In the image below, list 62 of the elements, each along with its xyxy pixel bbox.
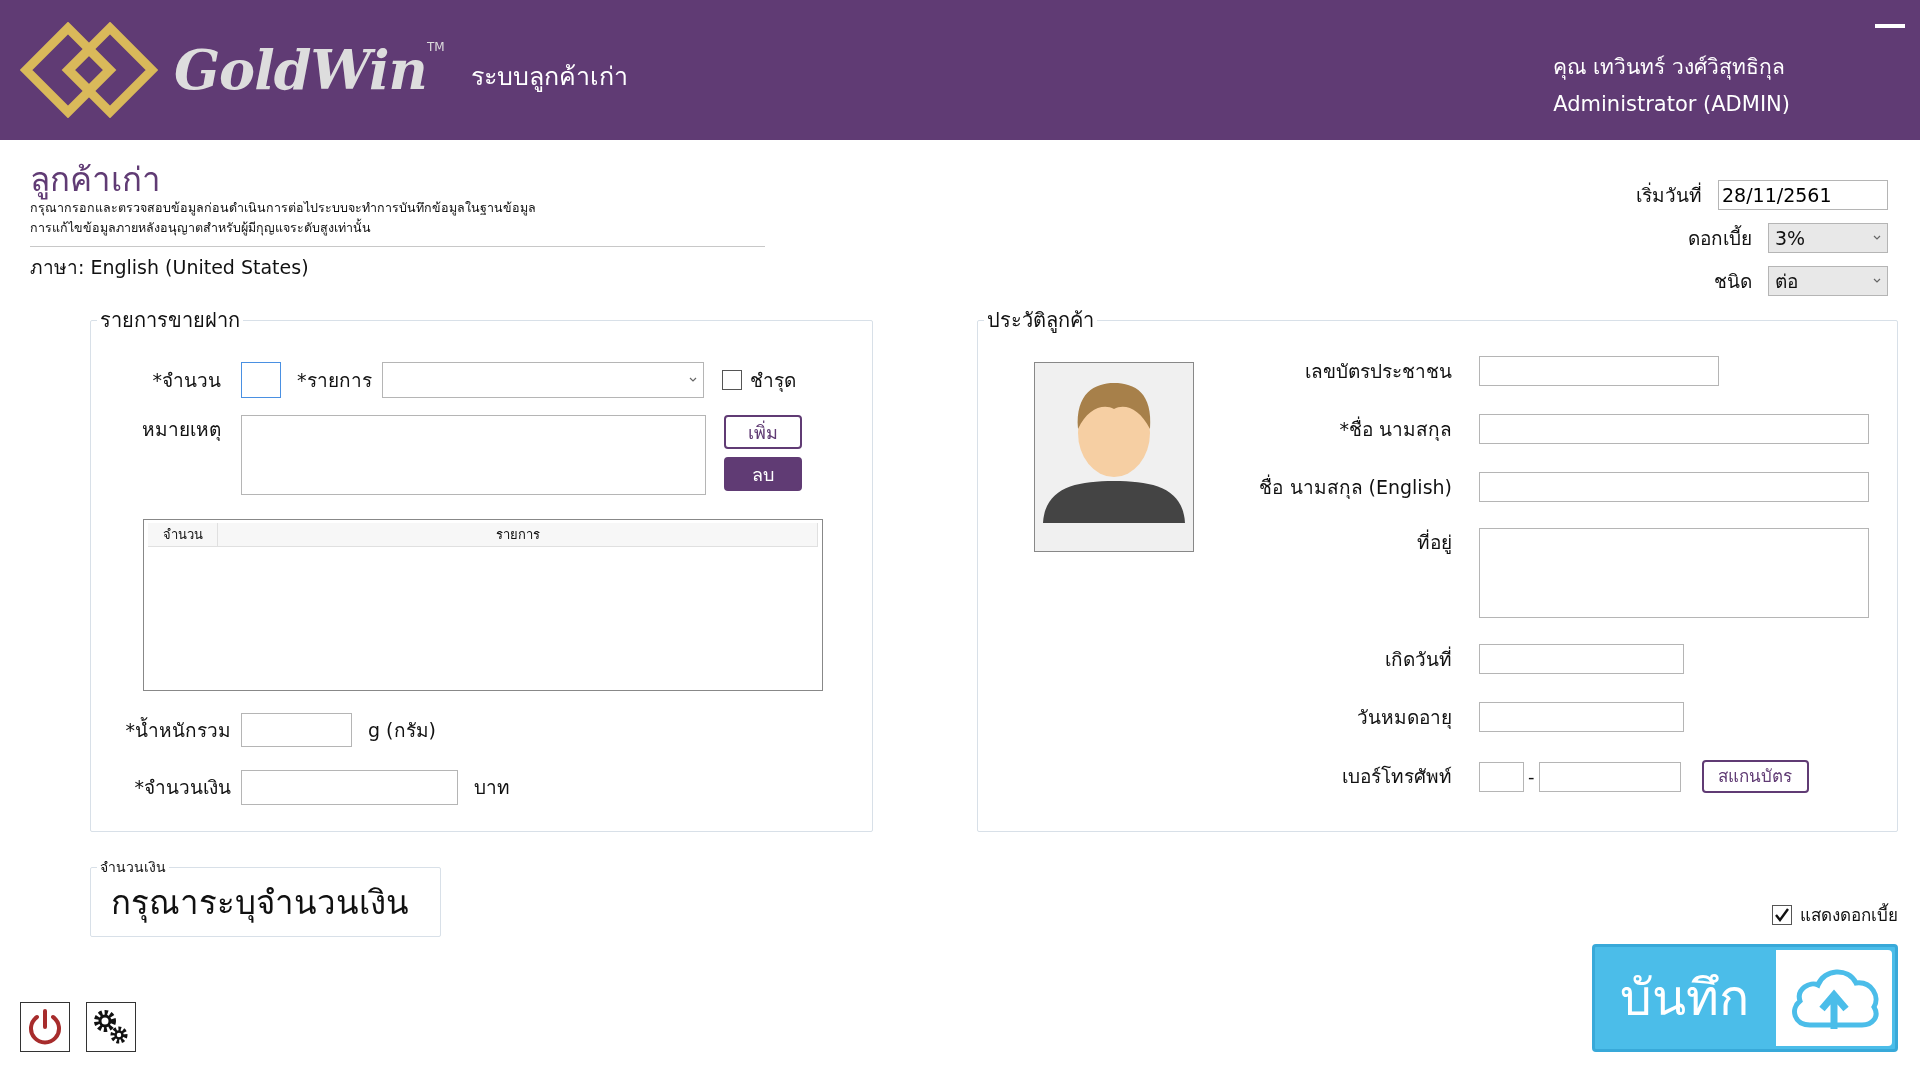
checkbox-label: ชำรุด [749, 367, 796, 394]
text-field[interactable] [1479, 644, 1684, 674]
caret-icon [1873, 235, 1881, 241]
checkbox[interactable] [721, 370, 742, 390]
field-label: เริ่มวันที่ [1636, 181, 1702, 208]
column-header[interactable]: จำนวน [148, 523, 218, 547]
user-role: Administrator (ADMIN) [1553, 91, 1790, 118]
separator: - [1528, 765, 1535, 789]
field-label: *จำนวนเงิน [133, 775, 231, 801]
logo-icon [20, 22, 158, 118]
address-field[interactable] [1479, 528, 1869, 618]
field-label: ที่อยู่ [1416, 528, 1452, 556]
field-label: ชื่อ นามสกุล (English) [1258, 473, 1452, 501]
check-icon [1774, 907, 1790, 924]
weight-field[interactable] [241, 713, 352, 747]
text-field[interactable] [1479, 472, 1869, 502]
caret-icon [1873, 278, 1881, 284]
user-name: คุณ เทวินทร์ วงศ์วิสุทธิกุล [1553, 54, 1786, 82]
page-title: ลูกค้าเก่า [30, 162, 162, 199]
checkbox[interactable] [1772, 905, 1792, 926]
page-description: กรุณากรอกและตรวจสอบข้อมูลก่อนดำเนินการต่อไประบบจะทำการบันทึกข้อมูลในฐานข้อมูล [30, 200, 537, 218]
date-field[interactable]: 28/11/2561 [1718, 180, 1888, 210]
field-label: *น้ำหนักรวม [124, 716, 231, 743]
power-button[interactable] [20, 1002, 70, 1052]
field-label: เลขบัตรประชาชน [1304, 358, 1452, 384]
field-label: ชนิด [1714, 268, 1752, 294]
panel-title: รายการขายฝาก [99, 310, 241, 330]
field-label: หมายเหตุ [141, 417, 221, 443]
unit-label: g (กรัม) [368, 717, 436, 743]
note-field[interactable] [241, 415, 706, 495]
field-label: เบอร์โทรศัพท์ [1341, 764, 1452, 790]
page-description: การแก้ไขข้อมูลภายหลังอนุญาตสำหรับผู้มีกุญแจระดับสูงเท่านั้น [30, 218, 372, 238]
trademark: TM [426, 39, 445, 56]
unit-label: บาท [474, 775, 510, 801]
text-field[interactable] [1479, 356, 1719, 386]
field-label: ดอกเบี้ย [1688, 224, 1752, 251]
field-label: *จำนวน [151, 367, 221, 393]
text-field[interactable] [1479, 702, 1684, 732]
settings-button[interactable] [86, 1002, 136, 1052]
field-label: *ชื่อ นามสกุล [1338, 415, 1452, 443]
field-label: วันหมดอายุ [1356, 704, 1452, 731]
phone-field[interactable] [1538, 761, 1681, 792]
quantity-field[interactable] [241, 362, 281, 398]
language-label: ภาษา: English (United States) [30, 255, 310, 281]
amount-field[interactable] [241, 770, 458, 805]
dropdown[interactable]: ต่อ [1768, 266, 1888, 296]
amount-message: กรุณาระบุจำนวนเงิน [110, 882, 410, 925]
field-label: *รายการ [297, 367, 372, 393]
scan-card-button[interactable]: สแกนบัตร [1701, 760, 1809, 793]
panel-title: จำนวนเงิน [99, 860, 167, 874]
area-code-field[interactable] [1479, 761, 1524, 792]
column-header[interactable]: รายการ [218, 523, 818, 547]
caret-icon [688, 377, 697, 383]
text-field[interactable] [1479, 414, 1869, 444]
delete-button[interactable]: ลบ [724, 457, 802, 491]
field-label: เกิดวันที่ [1384, 645, 1452, 672]
item-dropdown[interactable] [381, 362, 704, 398]
dropdown[interactable]: 3% [1768, 223, 1888, 253]
logo-text: GoldWin [174, 36, 427, 104]
add-button[interactable]: เพิ่ม [724, 415, 802, 449]
system-name: ระบบลูกค้าเก่า [470, 61, 628, 94]
checkbox-label: แสดงดอกเบี้ย [1800, 902, 1898, 927]
